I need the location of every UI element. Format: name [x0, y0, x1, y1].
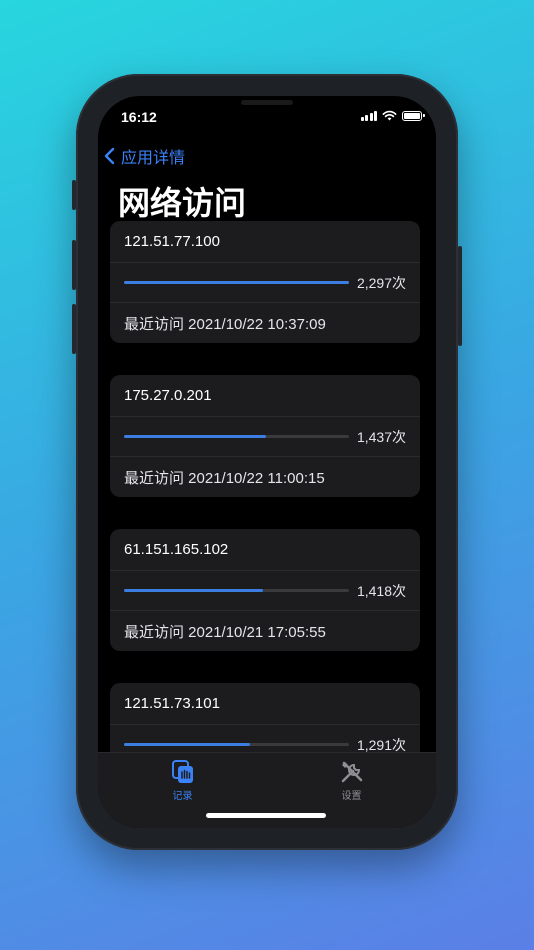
access-record-card[interactable]: 61.151.165.102 1,418次 最近访问 2021/10/21 17… [110, 529, 420, 651]
volume-up-button [72, 240, 76, 290]
page-title: 网络访问 [118, 185, 247, 221]
ip-address: 175.27.0.201 [124, 386, 212, 404]
access-count-bar [124, 435, 349, 439]
access-count-bar-fill [124, 435, 266, 439]
ip-address: 121.51.73.101 [124, 694, 220, 712]
last-access-time: 最近访问 2021/10/22 11:00:15 [124, 469, 325, 487]
notch [171, 96, 361, 124]
tab-label: 记录 [172, 791, 193, 802]
power-button [458, 246, 462, 346]
access-count-bar-fill [124, 281, 349, 285]
tools-icon [341, 761, 362, 783]
access-count-bar [124, 743, 349, 747]
access-record-card[interactable]: 175.27.0.201 1,437次 最近访问 2021/10/22 11:0… [110, 375, 420, 497]
access-record-card[interactable]: 121.51.77.100 2,297次 最近访问 2021/10/22 10:… [110, 221, 420, 343]
access-count: 1,437次 [356, 428, 406, 445]
access-list: 121.51.77.100 2,297次 最近访问 2021/10/22 10:… [110, 221, 420, 828]
phone-frame: 16:12 应用详情 网络访问 121.51.77.100 2,297次 最近访… [72, 74, 462, 850]
status-time: 16:12 [121, 109, 157, 125]
records-icon [171, 760, 193, 783]
chevron-left-icon [104, 147, 115, 165]
access-count-bar [124, 281, 349, 285]
access-count: 2,297次 [356, 274, 406, 291]
cellular-signal-icon [360, 110, 377, 121]
ip-address: 61.151.165.102 [124, 540, 229, 558]
wifi-icon [382, 110, 397, 121]
back-label: 应用详情 [121, 150, 186, 167]
ip-address: 121.51.77.100 [124, 232, 220, 250]
last-access-time: 最近访问 2021/10/22 10:37:09 [124, 315, 326, 333]
home-indicator [206, 813, 326, 818]
access-count-bar-fill [124, 589, 264, 593]
back-button[interactable]: 应用详情 [104, 144, 185, 168]
mute-switch [72, 180, 76, 210]
tab-label: 设置 [341, 791, 362, 802]
volume-down-button [72, 304, 76, 354]
access-count-bar-fill [124, 743, 250, 747]
screen: 16:12 应用详情 网络访问 121.51.77.100 2,297次 最近访… [98, 96, 436, 828]
battery-icon [402, 110, 425, 121]
access-count-bar [124, 589, 349, 593]
status-icons [360, 110, 425, 121]
access-count: 1,418次 [356, 582, 406, 599]
last-access-time: 最近访问 2021/10/21 17:05:55 [124, 623, 326, 641]
